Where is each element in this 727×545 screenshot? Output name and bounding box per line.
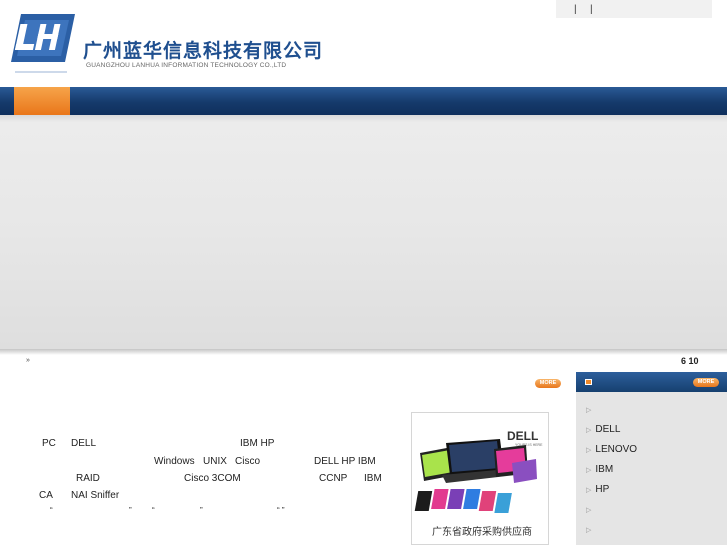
sidebar-item[interactable]: ▷ (586, 504, 595, 515)
arrow-right-icon: ▷ (586, 467, 592, 474)
top-links-bar: | | (556, 0, 712, 18)
folder-icon (585, 379, 592, 385)
intro-text: IBM HP (240, 438, 275, 449)
nav-item-home[interactable] (14, 87, 70, 115)
intro-text: UNIX (203, 456, 227, 467)
sidebar-item[interactable]: ▷ (586, 524, 595, 535)
arrow-right-icon: ▷ (586, 527, 592, 534)
intro-text: ” (129, 506, 132, 515)
intro-text: NAI Sniffer (71, 490, 120, 501)
main-nav-bar (0, 87, 727, 115)
intro-text: Cisco (235, 456, 261, 467)
intro-text: PC (42, 438, 56, 449)
company-logo[interactable] (9, 12, 77, 76)
arrow-right-icon: ▷ (586, 487, 592, 494)
intro-text: CA (39, 490, 53, 501)
intro-text: “ ” (277, 506, 285, 515)
color-options (414, 489, 512, 513)
arrow-right-icon: ▷ (586, 507, 592, 514)
banner-bullet: » (26, 357, 30, 364)
company-name-cn: 广州蓝华信息科技有限公司 (83, 40, 324, 62)
intro-text: “ (50, 506, 53, 515)
arrow-right-icon: ▷ (586, 447, 592, 454)
top-link-separator: | (590, 4, 593, 15)
product-promo-card[interactable]: DELL YOURS IS HERE 广东省政府采购供应商 (411, 412, 549, 545)
dell-logo-text: DELL (507, 429, 538, 443)
top-link-separator: | (574, 4, 577, 15)
more-button[interactable]: MORE (535, 379, 561, 388)
laptop-product-image: DELL YOURS IS HERE (414, 429, 543, 513)
intro-text: “ (152, 506, 155, 515)
sidebar-item[interactable]: ▷ (586, 404, 595, 415)
banner-pager[interactable]: 6 10 (681, 356, 699, 366)
intro-text: RAID (76, 473, 100, 484)
intro-text: DELL HP IBM (314, 456, 376, 467)
intro-text: ” (200, 506, 203, 515)
sidebar-item-lenovo[interactable]: ▷ LENOVO (586, 444, 637, 455)
sidebar-more-button[interactable]: MORE (693, 378, 719, 387)
product-caption: 广东省政府采购供应商 (432, 527, 532, 538)
dell-logo: DELL YOURS IS HERE (507, 429, 543, 447)
arrow-right-icon: ▷ (586, 407, 592, 414)
arrow-right-icon: ▷ (586, 427, 592, 434)
company-name-en: GUANGZHOU LANHUA INFORMATION TECHNOLOGY … (86, 62, 287, 69)
sidebar-item-dell[interactable]: ▷ DELL (586, 424, 620, 435)
banner-divider (0, 349, 727, 355)
intro-text: IBM (364, 473, 382, 484)
intro-text: CCNP (319, 473, 348, 484)
hero-banner (0, 115, 727, 351)
sidebar-item-ibm[interactable]: ▷ IBM (586, 464, 613, 475)
intro-text: Cisco 3COM (184, 473, 241, 484)
intro-text: Windows (154, 456, 195, 467)
sidebar-item-hp[interactable]: ▷ HP (586, 484, 609, 495)
intro-text: DELL (71, 438, 97, 449)
